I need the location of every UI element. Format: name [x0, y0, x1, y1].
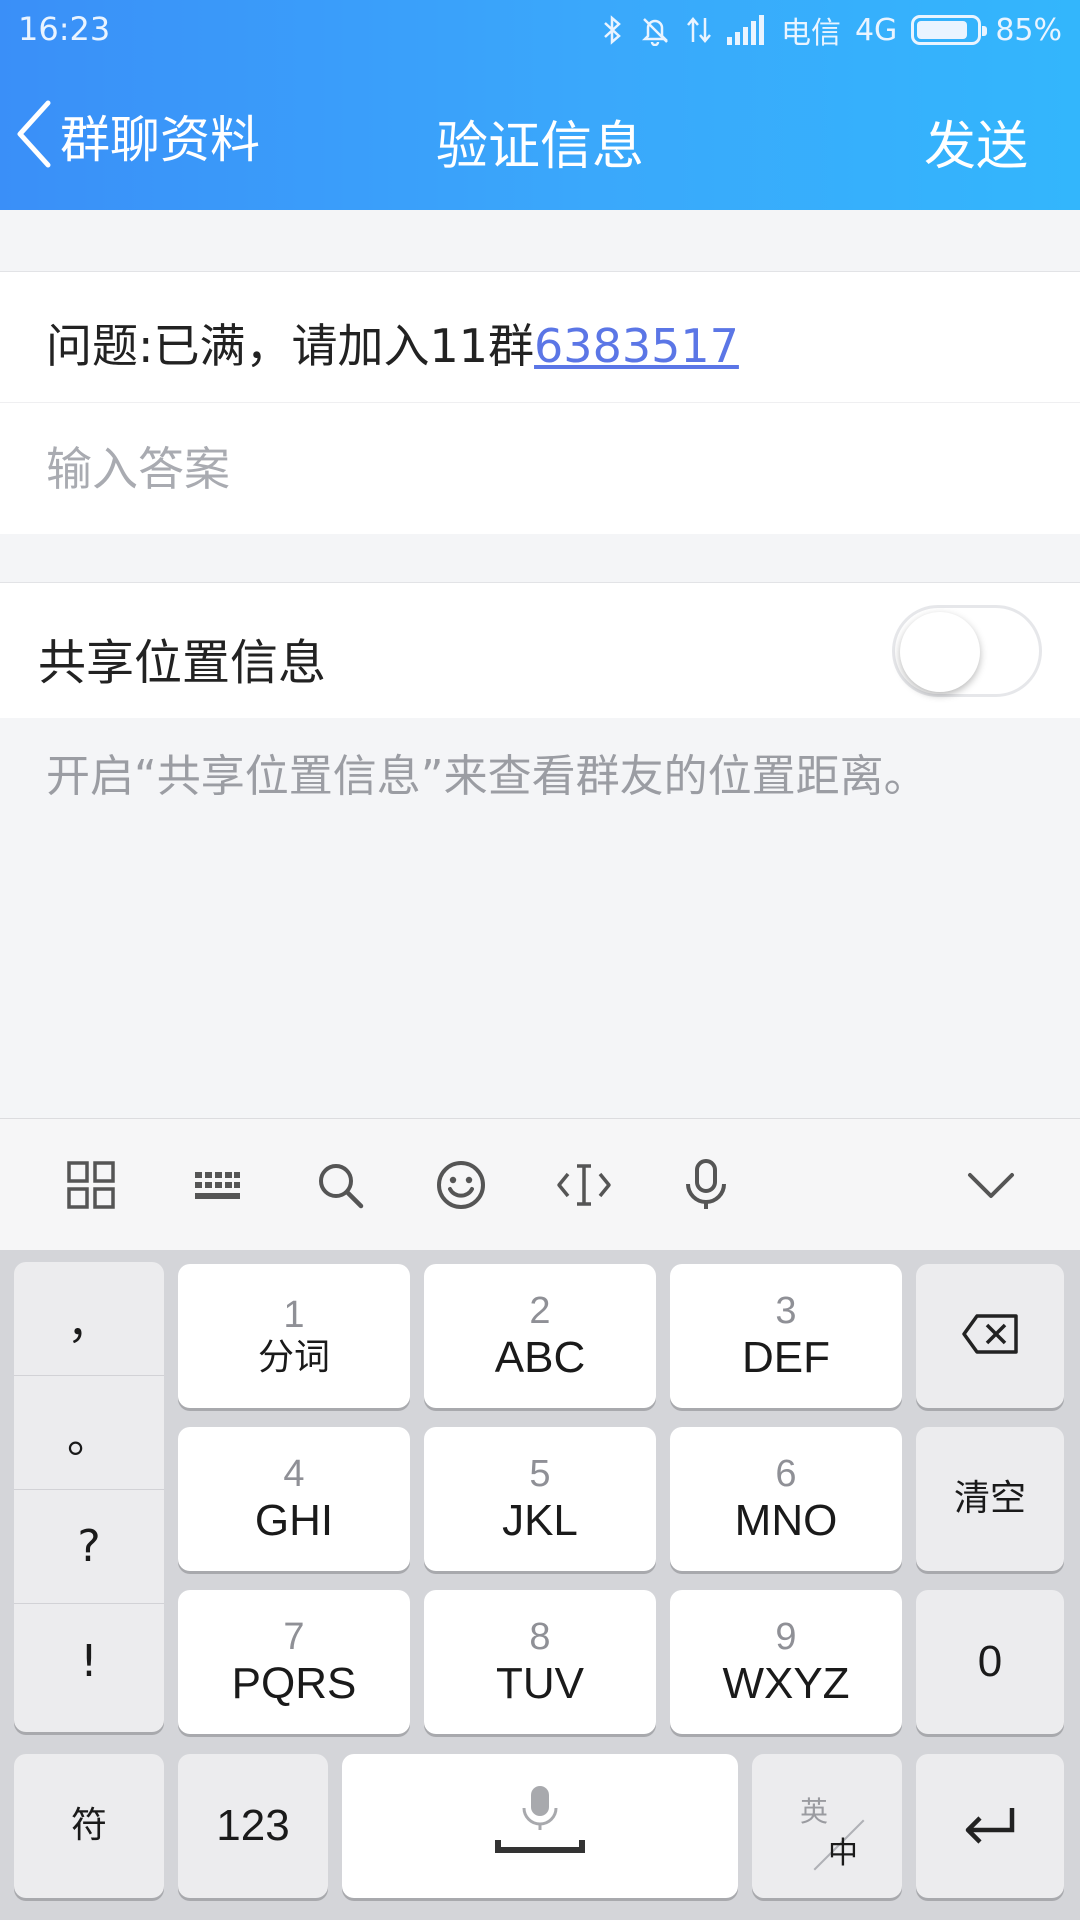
key-5[interactable]: 5 JKL: [424, 1427, 656, 1571]
enter-key[interactable]: [916, 1754, 1064, 1898]
microphone-icon[interactable]: [670, 1149, 742, 1221]
share-location-row: 共享位置信息: [0, 582, 1080, 718]
number-key[interactable]: 123: [178, 1754, 328, 1898]
nav-bar: 群聊资料 验证信息 发送: [0, 70, 1080, 200]
punct-key[interactable]: ，: [14, 1262, 164, 1376]
space-key[interactable]: [342, 1754, 738, 1898]
punct-key[interactable]: !: [14, 1604, 164, 1718]
backspace-icon: [961, 1313, 1019, 1359]
key-3[interactable]: 3 DEF: [670, 1264, 902, 1408]
answer-input[interactable]: [46, 433, 1036, 505]
question-link[interactable]: 6383517: [534, 319, 739, 373]
grid-icon[interactable]: [55, 1149, 127, 1221]
battery-percent: 85%: [995, 12, 1062, 48]
toggle-knob: [900, 612, 980, 692]
punctuation-column: ， 。 ? !: [14, 1262, 164, 1732]
cursor-icon[interactable]: [548, 1149, 620, 1221]
key-6[interactable]: 6 MNO: [670, 1427, 902, 1571]
key-7[interactable]: 7 PQRS: [178, 1590, 410, 1734]
clear-key[interactable]: 清空: [916, 1427, 1064, 1571]
chevron-left-icon: [14, 99, 54, 173]
keyboard-icon[interactable]: [181, 1149, 253, 1221]
share-location-toggle[interactable]: [892, 605, 1042, 697]
keyboard-toolbar: [0, 1118, 1080, 1250]
key-9[interactable]: 9 WXYZ: [670, 1590, 902, 1734]
status-time: 16:23: [18, 10, 111, 48]
answer-row: [0, 402, 1080, 534]
key-8[interactable]: 8 TUV: [424, 1590, 656, 1734]
question-text: 问题:已满，请加入11群6383517: [46, 310, 739, 376]
send-button[interactable]: 发送: [924, 104, 1028, 179]
mute-bell-icon: [639, 14, 671, 46]
symbol-key[interactable]: 符: [14, 1754, 164, 1898]
carrier-label: 电信: [780, 16, 841, 51]
chevron-down-icon[interactable]: [955, 1149, 1027, 1221]
network-type: 4G: [854, 12, 898, 48]
signal-icon: [726, 15, 767, 45]
data-transfer-icon: [685, 14, 713, 46]
battery-icon: [911, 15, 988, 45]
header: 16:23 电信 4G 85% 群聊资料 验证信息 发送: [0, 0, 1080, 210]
bluetooth-icon: [601, 14, 625, 46]
punct-key[interactable]: 。: [14, 1376, 164, 1490]
emoji-icon[interactable]: [425, 1149, 497, 1221]
keyboard: ， 。 ? ! 1 分词 2 ABC 3 DEF 4 GHI 5 JKL 6 M…: [0, 1250, 1080, 1920]
zero-key[interactable]: 0: [916, 1590, 1064, 1734]
key-4[interactable]: 4 GHI: [178, 1427, 410, 1571]
question-prefix: 问题:已满，请加入11群: [46, 319, 535, 373]
punct-key[interactable]: ?: [14, 1490, 164, 1604]
key-2[interactable]: 2 ABC: [424, 1264, 656, 1408]
key-1[interactable]: 1 分词: [178, 1264, 410, 1408]
language-switch-key[interactable]: 英 中: [752, 1754, 902, 1898]
question-row: 问题:已满，请加入11群6383517: [0, 271, 1080, 402]
backspace-key[interactable]: [916, 1264, 1064, 1408]
status-icons: 电信 4G 85%: [601, 8, 1062, 52]
search-icon[interactable]: [304, 1149, 376, 1221]
space-mic-icon: [490, 1784, 590, 1868]
back-button[interactable]: 群聊资料: [14, 96, 260, 176]
share-location-label: 共享位置信息: [38, 635, 327, 691]
status-bar: 16:23 电信 4G 85%: [0, 0, 1080, 60]
enter-icon: [962, 1804, 1018, 1848]
share-location-hint: 开启“共享位置信息”来查看群友的位置距离。: [46, 751, 928, 802]
back-label: 群聊资料: [60, 111, 260, 169]
